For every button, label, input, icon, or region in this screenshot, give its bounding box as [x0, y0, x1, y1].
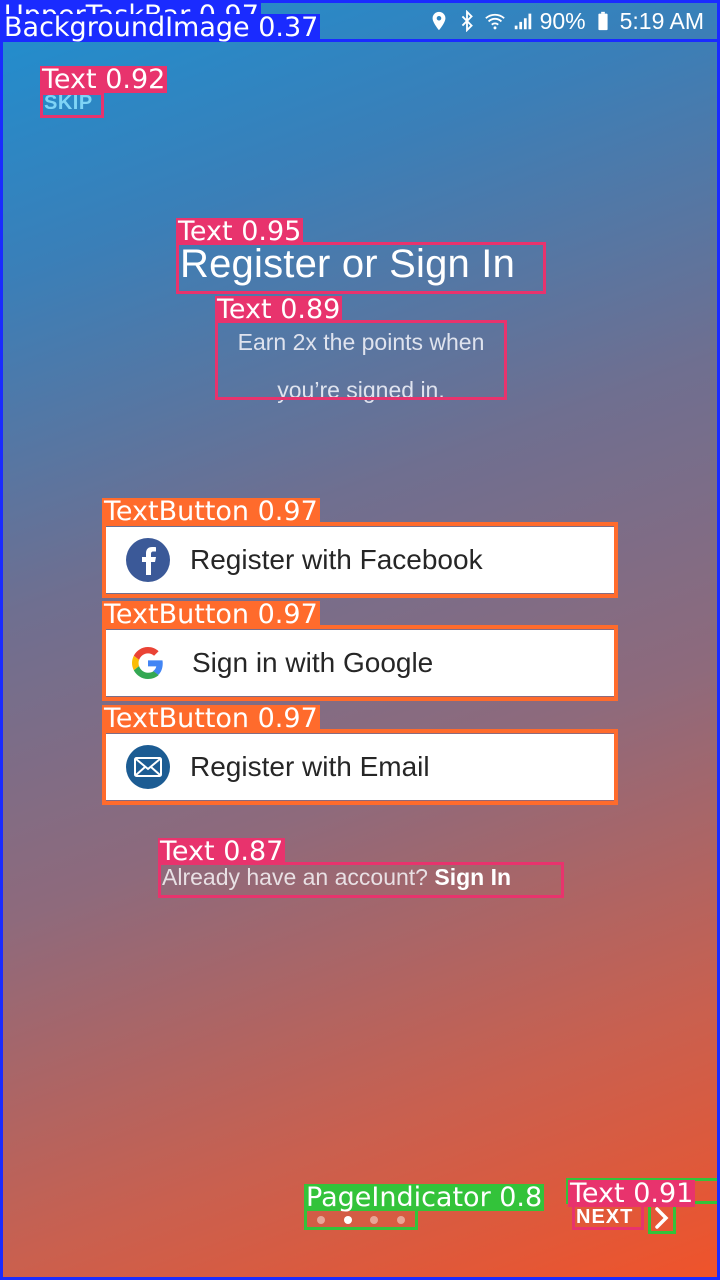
google-signin-label: Sign in with Google [192, 647, 434, 678]
wifi-icon [484, 13, 505, 30]
already-account-text: Already have an account? Sign In [162, 864, 511, 891]
facebook-icon [126, 538, 170, 582]
next-button[interactable]: NEXT [576, 1206, 633, 1229]
page-dot [317, 1216, 326, 1224]
register-facebook-button[interactable]: Register with Facebook [106, 527, 614, 593]
page-dot [370, 1216, 379, 1224]
skip-link[interactable]: SKIP [44, 92, 93, 115]
already-prefix: Already have an account? [162, 864, 435, 890]
page-indicator [308, 1212, 414, 1228]
bluetooth-icon [461, 10, 473, 32]
sign-in-link[interactable]: Sign In [434, 864, 511, 890]
page-dot [396, 1216, 405, 1224]
battery-percent: 90% [539, 7, 586, 34]
screen: 90% 5:19 AM SKIP Register or Sign In Ear… [0, 0, 720, 1280]
google-signin-button[interactable]: Sign in with Google [106, 630, 614, 696]
register-email-button[interactable]: Register with Email [106, 734, 614, 800]
signal-icon [514, 13, 531, 30]
google-icon [126, 641, 170, 685]
register-email-label: Register with Email [190, 751, 430, 782]
location-icon [432, 11, 445, 31]
register-facebook-label: Register with Facebook [190, 544, 483, 575]
chevron-right-icon[interactable] [650, 1204, 674, 1232]
page-title: Register or Sign In [180, 242, 516, 286]
clock: 5:19 AM [619, 7, 704, 34]
page-subtitle: Earn 2x the points when you’re signed in… [237, 329, 485, 403]
status-bar: 90% 5:19 AM [0, 0, 720, 42]
page-dot-active [343, 1216, 352, 1224]
battery-icon [598, 11, 608, 31]
email-icon [126, 745, 170, 789]
